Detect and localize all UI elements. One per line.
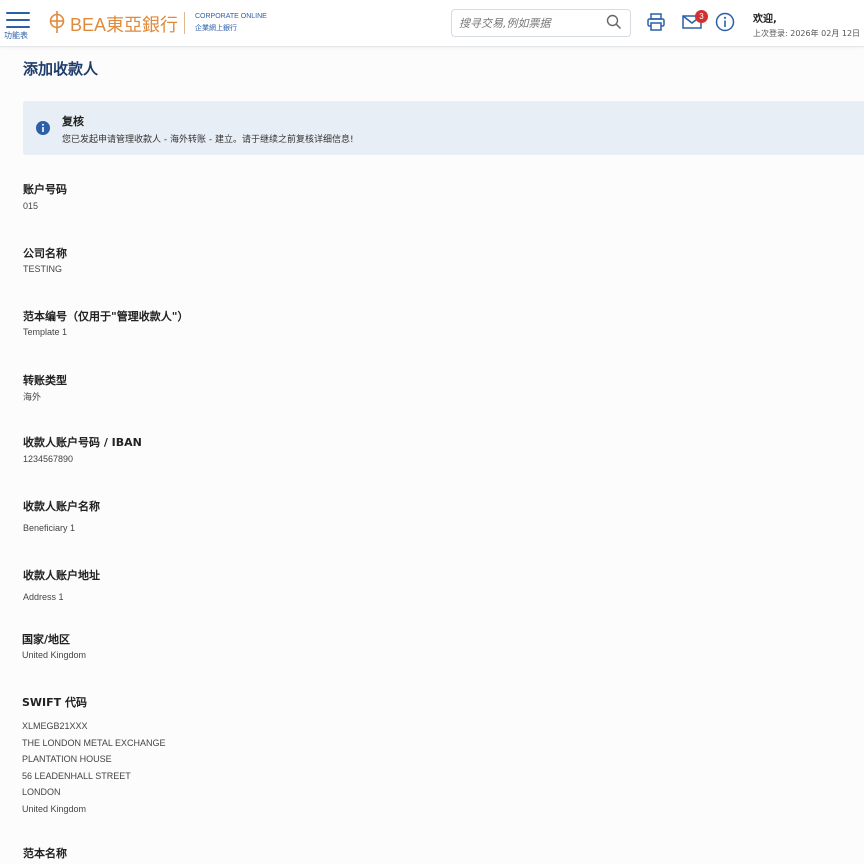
- menu-label: 功能表: [4, 31, 28, 40]
- logo-divider: [184, 12, 185, 34]
- field-label-beneficiary-account: 收款人账户号码 / IBAN: [23, 436, 142, 449]
- swift-line: LONDON: [22, 787, 61, 798]
- field-value-transfer-type: 海外: [23, 392, 42, 402]
- field-value-beneficiary-address: Address 1: [23, 592, 64, 602]
- welcome-text: 欢迎,: [753, 14, 777, 25]
- top-bar: 功能表 BEA東亞銀行 CORPORATE ONLINE 企業網上銀行 3 欢迎…: [0, 0, 864, 47]
- search-icon[interactable]: [606, 14, 622, 30]
- review-alert: 复核 您已发起申请管理收款人 - 海外转账 - 建立。请于继续之前复核详细信息!: [23, 101, 864, 155]
- info-icon[interactable]: [715, 12, 735, 32]
- field-label-beneficiary-name: 收款人账户名称: [23, 500, 100, 513]
- field-value-beneficiary-account: 1234567890: [23, 454, 74, 464]
- search-box[interactable]: [451, 9, 631, 37]
- swift-line: 56 LEADENHALL STREET: [22, 770, 131, 781]
- logo-text: BEA東亞銀行: [70, 15, 179, 35]
- swift-line: THE LONDON METAL EXCHANGE: [22, 737, 166, 748]
- print-icon[interactable]: [646, 12, 666, 32]
- field-label-template-name: 范本名称: [23, 847, 67, 860]
- alert-text: 您已发起申请管理收款人 - 海外转账 - 建立。请于继续之前复核详细信息!: [62, 135, 354, 145]
- field-label-country: 国家/地区: [22, 633, 71, 646]
- field-value-template-number: Template 1: [23, 327, 68, 337]
- field-label-template-number: 范本编号（仅用于"管理收款人"）: [23, 310, 189, 323]
- field-label-transfer-type: 转账类型: [23, 374, 67, 387]
- menu-button[interactable]: 功能表: [4, 8, 32, 42]
- message-count-badge: 3: [695, 10, 708, 23]
- logo-subtitle-en: CORPORATE ONLINE: [195, 13, 267, 20]
- field-label-beneficiary-address: 收款人账户地址: [23, 569, 100, 582]
- alert-title: 复核: [62, 115, 84, 128]
- swift-line: XLMEGB21XXX: [22, 721, 88, 731]
- swift-line: United Kingdom: [22, 803, 87, 814]
- field-label-swift: SWIFT 代码: [22, 696, 87, 709]
- bea-emblem-icon: [49, 11, 65, 33]
- field-label-company-name: 公司名称: [23, 247, 67, 260]
- field-value-beneficiary-name: Beneficiary 1: [23, 523, 76, 533]
- swift-details: XLMEGB21XXX THE LONDON METAL EXCHANGE PL…: [22, 718, 166, 818]
- alert-info-icon: [36, 121, 50, 135]
- last-login-text: 上次登录: 2026年 02月 12日: [753, 29, 861, 38]
- field-value-company-name: TESTING: [23, 264, 63, 274]
- field-value-account-number: 015: [23, 201, 39, 211]
- search-input[interactable]: [459, 13, 599, 33]
- page-title: 添加收款人: [23, 60, 99, 78]
- logo-subtitle-zh: 企業網上銀行: [195, 24, 237, 32]
- field-label-account-number: 账户号码: [23, 183, 67, 196]
- swift-line: PLANTATION HOUSE: [22, 754, 112, 765]
- field-value-country: United Kingdom: [22, 650, 87, 660]
